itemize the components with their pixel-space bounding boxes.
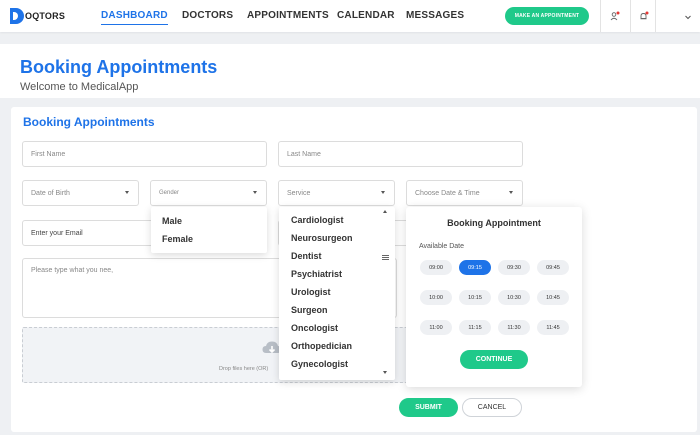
- gender-option-male[interactable]: Male: [162, 216, 182, 226]
- brand-logo[interactable]: OQTORS: [10, 8, 65, 24]
- page-subtitle: Welcome to MedicalApp: [20, 81, 139, 93]
- service-option[interactable]: Orthopedician: [291, 341, 352, 351]
- nav-dashboard[interactable]: DASHBOARD: [101, 10, 168, 25]
- page-title: Booking Appointments: [20, 57, 218, 77]
- gender-dropdown: Male Female: [151, 207, 267, 253]
- message-placeholder: Please type what you nee,: [31, 267, 114, 274]
- service-option[interactable]: Neurosurgeon: [291, 233, 353, 243]
- time-slot[interactable]: 09:45: [537, 260, 569, 275]
- last-name-input[interactable]: Last Name: [278, 141, 523, 167]
- drop-files-text: Drop files here (OR): [219, 366, 269, 372]
- nav-calendar[interactable]: CALENDAR: [337, 10, 395, 21]
- time-slot[interactable]: 11:00: [420, 320, 452, 335]
- caret-down-icon: [253, 191, 257, 194]
- service-placeholder: Service: [287, 189, 311, 197]
- submit-button[interactable]: SUBMIT: [399, 398, 458, 417]
- brand-name: OQTORS: [25, 11, 66, 21]
- continue-button[interactable]: CONTINUE: [460, 350, 528, 369]
- date-time-placeholder: Choose Date & Time: [415, 189, 480, 197]
- service-option[interactable]: Gynecologist: [291, 359, 348, 369]
- user-alert-icon[interactable]: [610, 11, 620, 21]
- caret-down-icon: [509, 191, 513, 194]
- time-slot[interactable]: 10:30: [498, 290, 530, 305]
- panel-title: Booking Appointment: [447, 218, 541, 228]
- nav-divider: [600, 0, 601, 32]
- time-slot[interactable]: 11:30: [498, 320, 530, 335]
- time-slot[interactable]: 10:15: [459, 290, 491, 305]
- email-placeholder: Enter your Email: [31, 229, 83, 237]
- first-name-placeholder: First Name: [31, 150, 66, 158]
- service-option[interactable]: Surgeon: [291, 305, 328, 315]
- available-date-label: Available Date: [419, 243, 465, 250]
- service-option[interactable]: Cardiologist: [291, 215, 344, 225]
- scrollbar-handle-icon[interactable]: [382, 255, 389, 260]
- scroll-down-icon[interactable]: [383, 371, 387, 374]
- nav-messages[interactable]: MESSAGES: [406, 10, 464, 21]
- service-option[interactable]: Psychiatrist: [291, 269, 342, 279]
- service-option[interactable]: Urologist: [291, 287, 331, 297]
- scroll-up-icon[interactable]: [383, 210, 387, 213]
- dob-placeholder: Date of Birth: [31, 189, 70, 197]
- time-slot-selected[interactable]: 09:15: [459, 260, 491, 275]
- first-name-input[interactable]: First Name: [22, 141, 267, 167]
- top-navbar: OQTORS DASHBOARD DOCTORS APPOINTMENTS CA…: [0, 0, 700, 32]
- service-option[interactable]: Oncologist: [291, 323, 338, 333]
- page-header: Booking Appointments Welcome to MedicalA…: [0, 44, 700, 98]
- time-slot[interactable]: 10:45: [537, 290, 569, 305]
- time-slot[interactable]: 09:00: [420, 260, 452, 275]
- booking-appointment-panel: Booking Appointment Available Date 09:00…: [406, 207, 582, 387]
- time-slot[interactable]: 11:45: [537, 320, 569, 335]
- caret-down-icon: [381, 191, 385, 194]
- nav-divider: [630, 0, 631, 32]
- form-title: Booking Appointments: [23, 115, 155, 129]
- last-name-placeholder: Last Name: [287, 150, 321, 158]
- nav-appointments[interactable]: APPOINTMENTS: [247, 10, 329, 21]
- gender-placeholder: Gender: [159, 190, 180, 196]
- bell-alert-icon[interactable]: [639, 11, 649, 21]
- date-of-birth-select[interactable]: Date of Birth: [22, 180, 139, 206]
- service-option[interactable]: Dentist: [291, 251, 322, 261]
- gender-option-female[interactable]: Female: [162, 234, 193, 244]
- nav-divider: [655, 0, 656, 32]
- service-select[interactable]: Service: [278, 180, 395, 206]
- cancel-button[interactable]: CANCEL: [462, 398, 522, 417]
- service-dropdown: Cardiologist Neurosurgeon Dentist Psychi…: [279, 207, 395, 380]
- time-slot[interactable]: 09:30: [498, 260, 530, 275]
- chevron-down-icon[interactable]: [684, 13, 692, 21]
- gender-select[interactable]: Gender: [150, 180, 267, 206]
- make-appointment-button[interactable]: MAKE AN APPOINTMENT: [505, 7, 589, 25]
- time-slot[interactable]: 10:00: [420, 290, 452, 305]
- time-slot[interactable]: 11:15: [459, 320, 491, 335]
- logo-mark: [10, 8, 24, 24]
- nav-doctors[interactable]: DOCTORS: [182, 10, 233, 21]
- caret-down-icon: [125, 191, 129, 194]
- date-time-select[interactable]: Choose Date & Time: [406, 180, 523, 206]
